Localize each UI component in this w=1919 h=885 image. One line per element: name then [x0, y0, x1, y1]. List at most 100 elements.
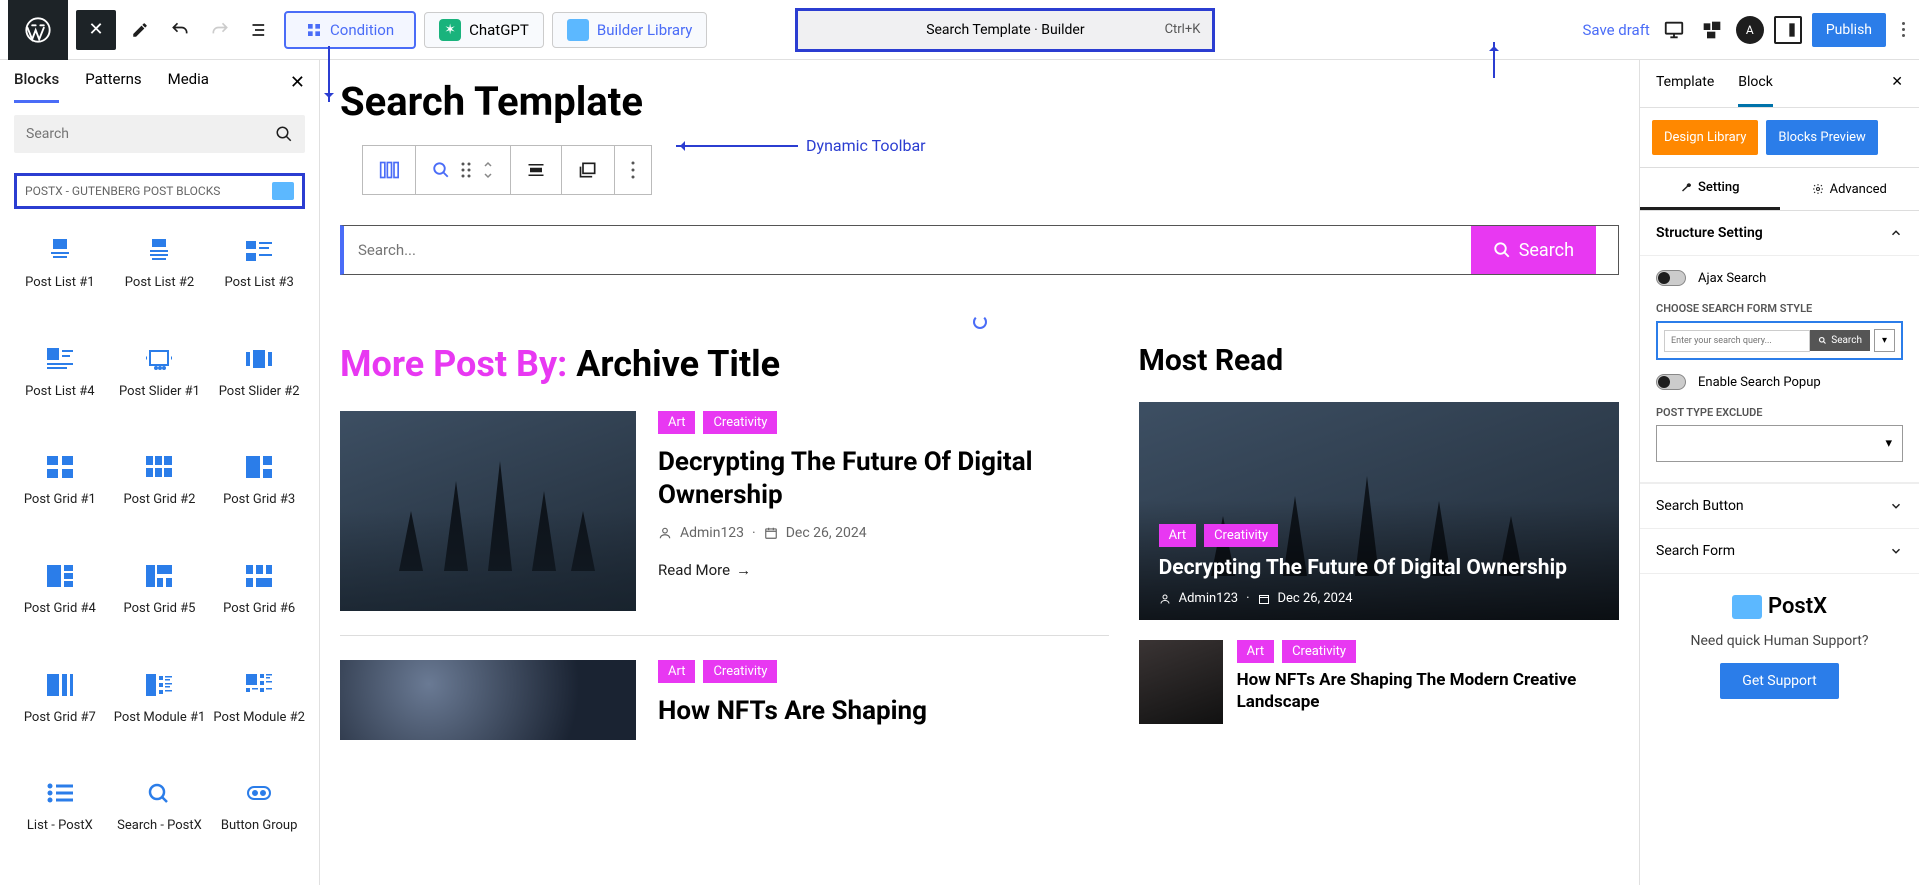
edit-icon[interactable] — [124, 10, 156, 50]
toolbar-columns-button[interactable] — [363, 146, 416, 194]
ajax-search-toggle[interactable] — [1656, 270, 1686, 286]
search-form-section[interactable]: Search Form — [1640, 528, 1919, 573]
most-read-featured[interactable]: ArtCreativity Decrypting The Future Of D… — [1139, 402, 1619, 620]
document-outline-icon[interactable] — [244, 10, 276, 50]
block-post-slider-1[interactable]: Post Slider #1 — [110, 336, 210, 441]
redo-icon[interactable] — [204, 10, 236, 50]
top-toolbar: ✕ Condition ✶ ChatGPT Builder Library Se… — [0, 0, 1919, 60]
blocks-preview-button[interactable]: Blocks Preview — [1766, 120, 1877, 155]
toolbar-search-group[interactable] — [416, 146, 511, 194]
block-post-module-2[interactable]: Post Module #2 — [209, 662, 309, 767]
block-post-list-4[interactable]: Post List #4 — [10, 336, 110, 441]
block-button-group[interactable]: Button Group — [209, 770, 309, 875]
inserter-search[interactable] — [14, 115, 305, 153]
search-button-section[interactable]: Search Button — [1640, 483, 1919, 528]
tag-creativity[interactable]: Creativity — [1282, 640, 1356, 663]
ajax-search-toggle-row: Ajax Search — [1656, 270, 1903, 286]
block-list-postx[interactable]: List - PostX — [10, 770, 110, 875]
post-card[interactable]: Art Creativity Decrypting The Future Of D… — [340, 411, 1109, 636]
post-title[interactable]: How NFTs Are Shaping — [658, 695, 1109, 728]
chevron-down-icon[interactable]: ▾ — [1874, 329, 1895, 352]
sidebar-toggle-icon[interactable] — [1774, 16, 1802, 44]
block-post-grid-7[interactable]: Post Grid #7 — [10, 662, 110, 767]
tag-art[interactable]: Art — [658, 411, 695, 434]
block-post-list-2[interactable]: Post List #2 — [110, 227, 210, 332]
most-read-item[interactable]: ArtCreativity How NFTs Are Shaping The M… — [1139, 640, 1619, 724]
toolbar-copy-button[interactable] — [562, 146, 615, 194]
desktop-view-icon[interactable] — [1660, 16, 1688, 44]
editor-canvas[interactable]: Search Template Search More Post By: Arc… — [320, 60, 1639, 885]
page-title[interactable]: Search Template — [340, 60, 1619, 145]
block-post-list-1[interactable]: Post List #1 — [10, 227, 110, 332]
most-read-heading[interactable]: Most Read — [1139, 343, 1619, 378]
blocks-grid: Post List #1 Post List #2 Post List #3 P… — [0, 217, 319, 885]
undo-icon[interactable] — [164, 10, 196, 50]
tag-art[interactable]: Art — [1237, 640, 1274, 663]
post-thumbnail — [340, 411, 636, 611]
post-type-exclude-select[interactable]: ▾ — [1656, 425, 1903, 462]
search-submit-button[interactable]: Search — [1471, 226, 1596, 274]
toolbar-align-button[interactable] — [511, 146, 562, 194]
block-post-slider-2[interactable]: Post Slider #2 — [209, 336, 309, 441]
block-post-grid-2[interactable]: Post Grid #2 — [110, 444, 210, 549]
close-settings-icon[interactable]: ✕ — [1891, 60, 1903, 107]
tag-creativity[interactable]: Creativity — [703, 660, 777, 683]
more-post-heading[interactable]: More Post By: Archive Title — [340, 343, 1109, 385]
subtab-setting[interactable]: Setting — [1640, 168, 1780, 210]
toolbar-more-button[interactable] — [615, 146, 651, 194]
tab-block[interactable]: Block — [1738, 60, 1773, 107]
close-inserter-button[interactable]: ✕ — [76, 10, 116, 50]
template-name-bar[interactable]: Search Template · Builder Ctrl+K — [795, 8, 1215, 52]
postx-logo: PostX — [1660, 594, 1899, 619]
block-post-list-3[interactable]: Post List #3 — [209, 227, 309, 332]
tab-blocks[interactable]: Blocks — [14, 70, 59, 103]
chevron-down-icon: ▾ — [1885, 436, 1892, 451]
close-icon[interactable]: ✕ — [290, 72, 305, 93]
post-card[interactable]: Art Creativity How NFTs Are Shaping — [340, 660, 1109, 742]
subtab-advanced[interactable]: Advanced — [1780, 168, 1919, 210]
read-more-link[interactable]: Read More → — [658, 561, 1109, 579]
block-post-grid-3[interactable]: Post Grid #3 — [209, 444, 309, 549]
tag-creativity[interactable]: Creativity — [1204, 524, 1278, 547]
wordpress-logo[interactable] — [8, 0, 68, 60]
tab-patterns[interactable]: Patterns — [85, 70, 141, 103]
builder-library-button[interactable]: Builder Library — [552, 12, 708, 48]
structure-setting-header[interactable]: Structure Setting — [1640, 211, 1919, 256]
get-support-button[interactable]: Get Support — [1720, 663, 1838, 699]
block-post-grid-1[interactable]: Post Grid #1 — [10, 444, 110, 549]
search-input[interactable] — [26, 126, 275, 142]
post-thumbnail — [340, 660, 636, 740]
postx-section-title: POSTX - GUTENBERG POST BLOCKS — [25, 184, 220, 198]
view-toggle-icon[interactable] — [1698, 16, 1726, 44]
avatar-icon[interactable]: A — [1736, 16, 1764, 44]
condition-button[interactable]: Condition — [284, 11, 416, 49]
tag-art[interactable]: Art — [1159, 524, 1196, 547]
search-icon — [275, 125, 293, 143]
publish-button[interactable]: Publish — [1812, 13, 1886, 47]
tab-media[interactable]: Media — [168, 70, 209, 103]
postx-section-header[interactable]: POSTX - GUTENBERG POST BLOCKS — [14, 173, 305, 209]
enable-popup-toggle[interactable] — [1656, 374, 1686, 390]
post-title[interactable]: Decrypting The Future Of Digital Ownersh… — [658, 446, 1109, 511]
search-form-style-select[interactable]: Search ▾ — [1656, 321, 1903, 360]
search-form-block[interactable]: Search — [340, 225, 1619, 275]
block-post-grid-4[interactable]: Post Grid #4 — [10, 553, 110, 658]
block-post-grid-6[interactable]: Post Grid #6 — [209, 553, 309, 658]
tag-art[interactable]: Art — [658, 660, 695, 683]
library-icon — [567, 19, 589, 41]
tab-template[interactable]: Template — [1656, 60, 1714, 107]
save-draft-link[interactable]: Save draft — [1583, 21, 1650, 39]
chevron-down-icon — [1889, 499, 1903, 513]
block-post-module-1[interactable]: Post Module #1 — [110, 662, 210, 767]
more-menu-icon[interactable] — [1896, 22, 1911, 37]
style-preview-button: Search — [1810, 330, 1870, 351]
chatgpt-button[interactable]: ✶ ChatGPT — [424, 12, 544, 48]
choose-style-label: CHOOSE SEARCH FORM STYLE — [1656, 302, 1903, 315]
move-icon[interactable] — [482, 160, 494, 180]
drag-handle-icon[interactable] — [460, 161, 472, 179]
block-post-grid-5[interactable]: Post Grid #5 — [110, 553, 210, 658]
search-field[interactable] — [344, 226, 1471, 274]
design-library-button[interactable]: Design Library — [1652, 120, 1758, 155]
block-search-postx[interactable]: Search - PostX — [110, 770, 210, 875]
tag-creativity[interactable]: Creativity — [703, 411, 777, 434]
